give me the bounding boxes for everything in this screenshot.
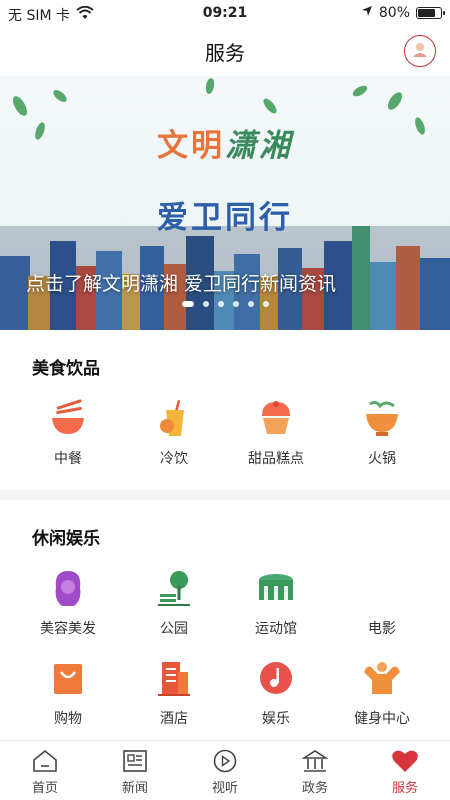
heart-icon — [392, 750, 418, 772]
tab-label: 视听 — [211, 781, 238, 796]
service-shopping[interactable]: 购物 — [12, 658, 124, 728]
carousel-dot[interactable] — [247, 301, 254, 307]
service-entertainment[interactable]: 娱乐 — [220, 658, 332, 728]
news-banner[interactable]: 文明潇湘 爱卫同行 点击了解文明潇湘 爱卫同行新闻资讯 — [0, 76, 450, 330]
carousel-dot[interactable] — [202, 301, 209, 307]
service-beauty[interactable]: 美容美发 — [12, 568, 124, 638]
service-movie[interactable]: 电影 — [326, 568, 438, 638]
service-label: 冷饮 — [160, 451, 188, 467]
government-icon — [302, 750, 328, 772]
carousel-dots[interactable] — [0, 301, 450, 307]
service-fitness[interactable]: 健身中心 — [326, 658, 438, 728]
service-dessert[interactable]: 甜品糕点 — [220, 398, 332, 468]
service-label: 火锅 — [368, 451, 396, 467]
service-park[interactable]: 公园 — [118, 568, 230, 638]
hotpot-icon — [366, 400, 398, 436]
park-icon — [158, 571, 190, 606]
news-icon — [123, 750, 147, 772]
service-label: 中餐 — [54, 451, 82, 467]
carousel-dot[interactable] — [217, 301, 224, 307]
tab-government[interactable]: 政务 — [270, 749, 360, 796]
page-title: 服务 — [205, 41, 245, 65]
service-label: 电影 — [368, 621, 396, 637]
tab-label: 政务 — [301, 781, 328, 796]
fitness-icon — [364, 662, 400, 694]
service-label: 甜品糕点 — [248, 451, 304, 467]
tab-label: 首页 — [31, 781, 58, 796]
tab-services[interactable]: 服务 — [360, 749, 450, 796]
carousel-dot[interactable] — [232, 301, 239, 307]
food-section-title: 美食饮品 — [32, 359, 100, 379]
shopping-bag-icon — [54, 664, 82, 694]
carousel-dot[interactable] — [262, 301, 269, 307]
food-section: 美食饮品 中餐 冷饮 甜品糕点 火锅 — [0, 330, 450, 490]
service-label: 酒店 — [160, 711, 188, 727]
banner-caption[interactable]: 点击了解文明潇湘 爱卫同行新闻资讯 — [26, 269, 336, 296]
service-label: 购物 — [54, 711, 82, 727]
status-bar: 无 SIM 卡 09:21 80% — [0, 0, 450, 26]
tab-label: 服务 — [391, 781, 418, 796]
banner-line1-a: 文明 — [157, 128, 225, 164]
service-hotpot[interactable]: 火锅 — [326, 398, 438, 468]
avatar[interactable] — [404, 35, 436, 67]
movie-icon — [362, 568, 402, 608]
service-stadium[interactable]: 运动馆 — [220, 568, 332, 638]
stadium-icon — [259, 574, 293, 600]
leisure-section: 休闲娱乐 美容美发 公园 运动馆 电影 购物 酒店 娱乐 健身中心 — [0, 500, 450, 740]
service-label: 健身中心 — [354, 711, 410, 727]
hotel-icon — [158, 662, 190, 696]
service-cold-drink[interactable]: 冷饮 — [118, 398, 230, 468]
cold-drink-icon — [160, 399, 184, 436]
nav-bar: 服务 — [0, 26, 450, 76]
bowl-icon — [52, 399, 84, 434]
battery-percent: 80% — [378, 5, 410, 21]
banner-subheadline: 爱卫同行 — [157, 200, 293, 236]
music-icon — [260, 662, 292, 694]
home-icon — [33, 749, 57, 772]
tab-news[interactable]: 新闻 — [90, 749, 180, 796]
cupcake-icon — [262, 401, 290, 434]
section-divider — [0, 490, 450, 500]
hair-beauty-icon — [55, 571, 81, 606]
leisure-section-title: 休闲娱乐 — [32, 529, 100, 549]
tab-bar: 首页 新闻 视听 政务 服务 — [0, 740, 450, 800]
user-avatar-icon — [410, 39, 430, 63]
service-label: 运动馆 — [255, 621, 297, 637]
service-label: 美容美发 — [40, 621, 96, 637]
tab-label: 新闻 — [121, 781, 148, 796]
tab-media[interactable]: 视听 — [180, 749, 270, 796]
service-hotel[interactable]: 酒店 — [118, 658, 230, 728]
battery-fill — [418, 9, 435, 17]
service-label: 公园 — [160, 621, 188, 637]
location-arrow-icon — [361, 5, 373, 21]
status-right: 80% — [361, 5, 445, 21]
service-label: 娱乐 — [262, 711, 290, 727]
banner-headline: 文明潇湘 — [0, 120, 450, 165]
banner-line1-b: 潇湘 — [225, 128, 293, 164]
tab-home[interactable]: 首页 — [0, 749, 90, 796]
battery-icon — [416, 7, 445, 19]
service-chinese-food[interactable]: 中餐 — [12, 398, 124, 468]
play-icon — [213, 749, 237, 773]
carousel-dot[interactable] — [181, 301, 194, 307]
